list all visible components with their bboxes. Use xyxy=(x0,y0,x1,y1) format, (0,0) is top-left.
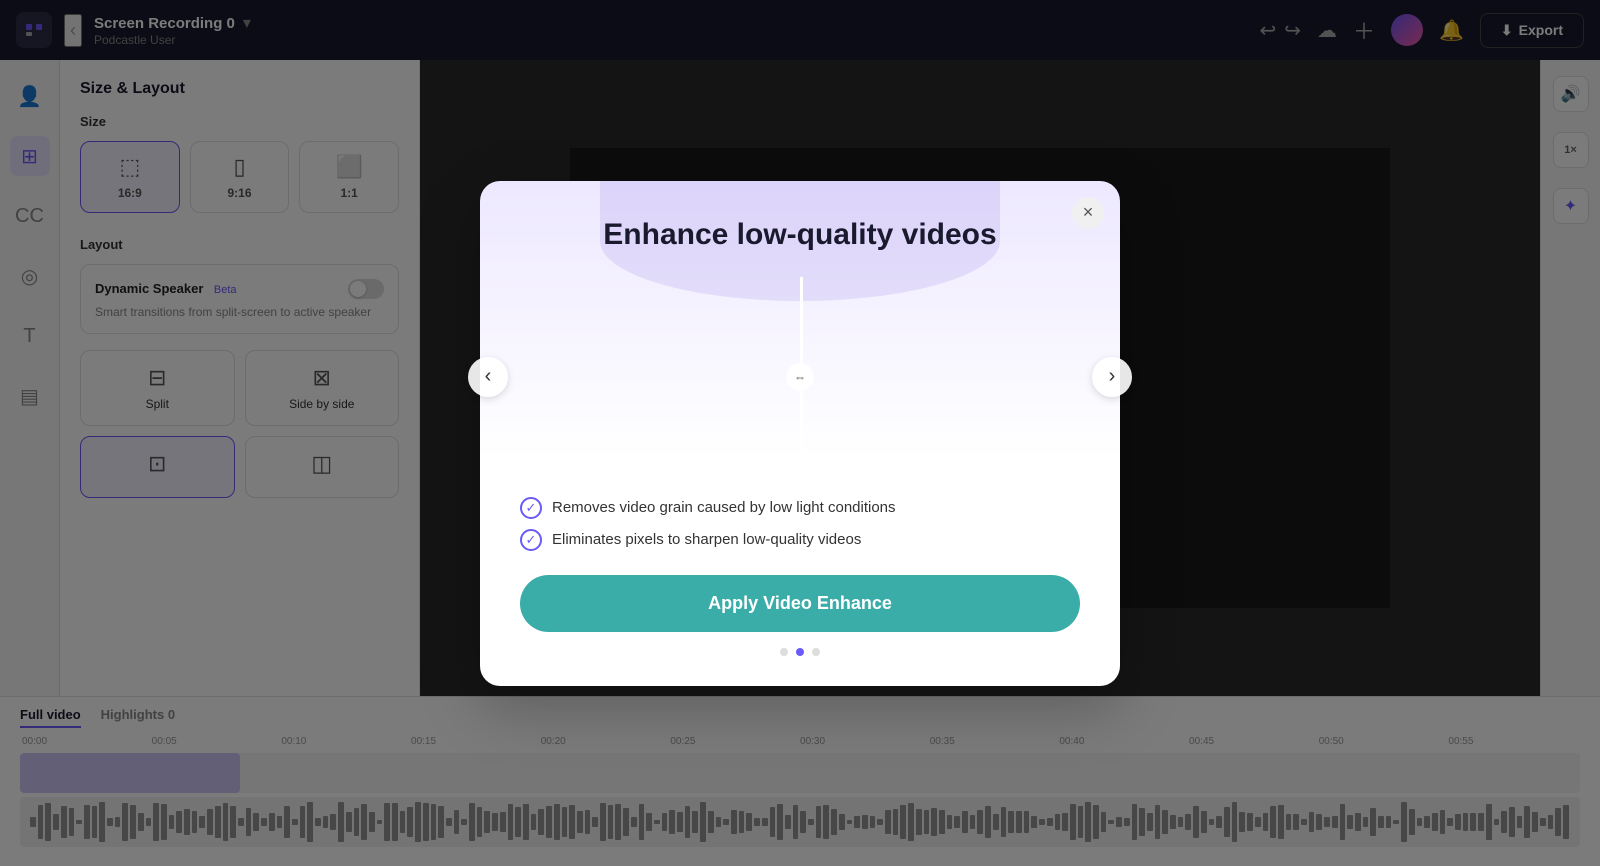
feature-text-2: Eliminates pixels to sharpen low-quality… xyxy=(552,531,861,548)
comparison-section: ‹ OPEN xyxy=(520,277,1080,477)
apply-video-enhance-button[interactable]: Apply Video Enhance xyxy=(520,575,1080,632)
feature-item-2: ✓ Eliminates pixels to sharpen low-quali… xyxy=(520,529,1080,551)
before-after-comparison: OPEN xyxy=(520,277,1080,477)
carousel-prev-button[interactable]: ‹ xyxy=(468,357,508,397)
modal-overlay[interactable]: × Enhance low-quality videos ‹ xyxy=(0,0,1600,866)
check-icon-1: ✓ xyxy=(520,497,542,519)
feature-item-1: ✓ Removes video grain caused by low ligh… xyxy=(520,497,1080,519)
chevron-left-icon: ‹ xyxy=(485,365,492,388)
comparison-handle[interactable]: ⇔ xyxy=(786,363,814,391)
dot-1[interactable] xyxy=(780,648,788,656)
modal-content: Enhance low-quality videos ‹ xyxy=(520,217,1080,656)
dot-3[interactable] xyxy=(812,648,820,656)
check-icon-2: ✓ xyxy=(520,529,542,551)
dot-2[interactable] xyxy=(796,648,804,656)
carousel-next-button[interactable]: › xyxy=(1092,357,1132,397)
modal-title: Enhance low-quality videos xyxy=(520,217,1080,253)
chevron-right-icon: › xyxy=(1109,365,1116,388)
feature-text-1: Removes video grain caused by low light … xyxy=(552,499,896,516)
carousel-dots xyxy=(520,648,1080,656)
close-icon: × xyxy=(1083,202,1094,223)
feature-list: ✓ Removes video grain caused by low ligh… xyxy=(520,497,1080,551)
enhance-modal: × Enhance low-quality videos ‹ xyxy=(480,181,1120,686)
